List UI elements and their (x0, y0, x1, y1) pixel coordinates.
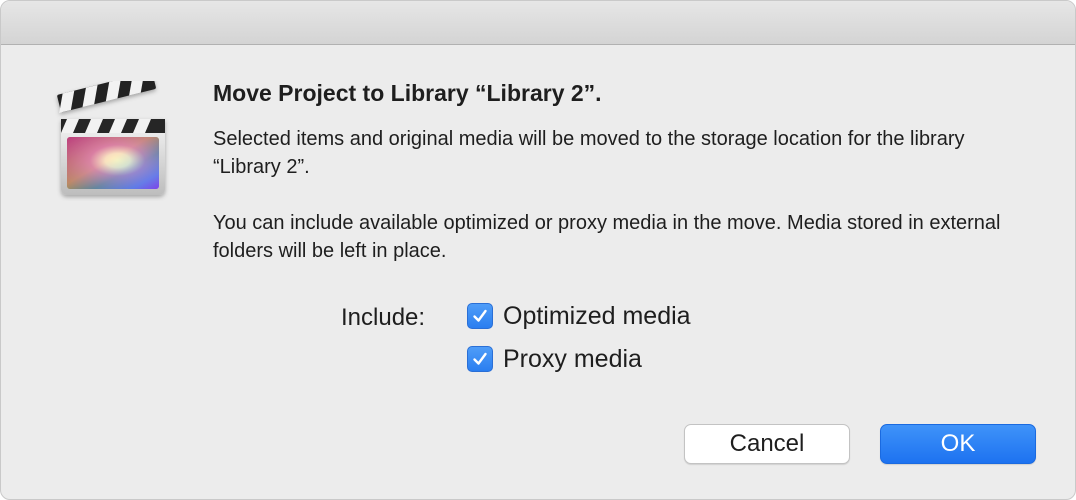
include-label: Include: (341, 304, 426, 331)
checkmark-icon (473, 309, 487, 322)
title-bar[interactable] (1, 1, 1075, 45)
dialog-title: Move Project to Library “Library 2”. (213, 80, 602, 106)
dialog-message-detail: You can include available optimized or p… (213, 212, 1001, 262)
optimized-media-option[interactable]: Optimized media (467, 301, 691, 331)
proxy-media-option[interactable]: Proxy media (467, 344, 642, 374)
cancel-button[interactable]: Cancel (684, 424, 850, 464)
checkmark-icon (473, 352, 487, 365)
proxy-media-checkbox[interactable] (467, 346, 493, 372)
proxy-media-label[interactable]: Proxy media (503, 344, 642, 374)
optimized-media-checkbox[interactable] (467, 303, 493, 329)
ok-button[interactable]: OK (880, 424, 1036, 464)
optimized-media-label[interactable]: Optimized media (503, 301, 691, 331)
dialog-window: Move Project to Library “Library 2”. Sel… (0, 0, 1076, 500)
dialog-message: Selected items and original media will b… (213, 128, 965, 178)
final-cut-pro-icon (53, 71, 171, 201)
